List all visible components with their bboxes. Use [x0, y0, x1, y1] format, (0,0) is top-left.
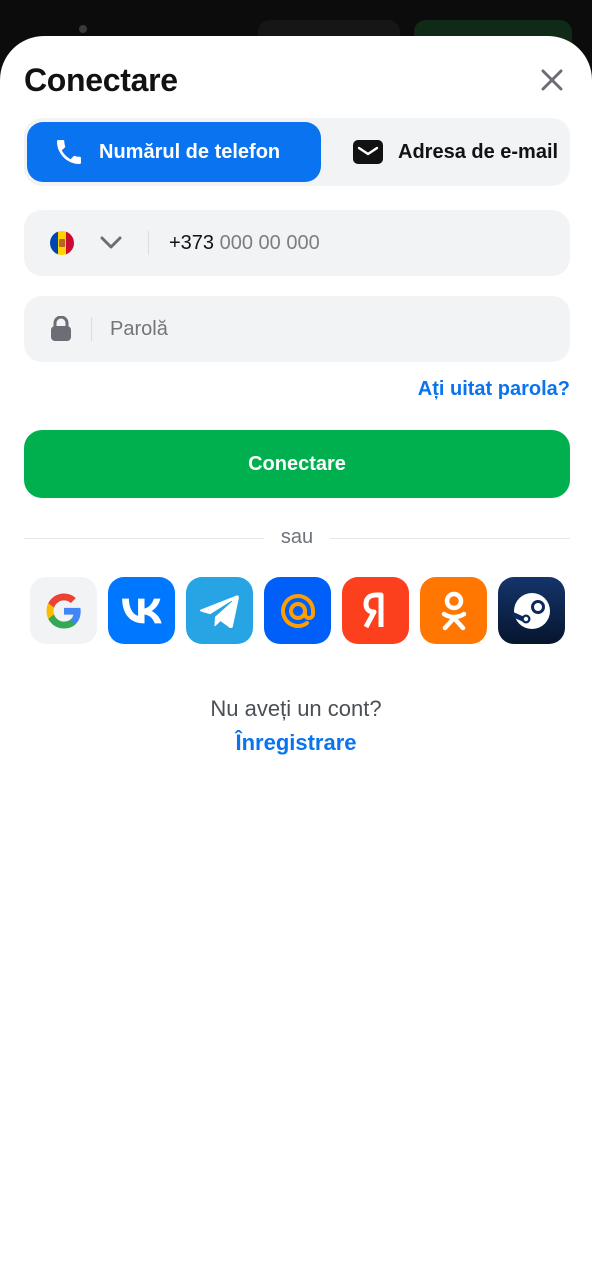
- lock-icon-wrap: [50, 316, 72, 342]
- moldova-flag-icon[interactable]: [50, 231, 74, 255]
- phone-placeholder: 000 00 000: [219, 231, 320, 254]
- phone-input[interactable]: +373 000 00 000: [169, 232, 499, 255]
- mail-icon: [353, 140, 383, 164]
- lock-icon: [51, 316, 71, 341]
- tab-phone[interactable]: Numărul de telefon: [27, 122, 321, 182]
- phone-icon: [57, 140, 81, 164]
- telegram-icon: [199, 594, 239, 628]
- field-divider: [91, 317, 92, 341]
- tab-email[interactable]: Adresa de e-mail: [328, 122, 570, 182]
- phone-country-code: +373: [169, 231, 215, 254]
- yandex-login-button[interactable]: [342, 577, 409, 644]
- steam-icon: [511, 592, 550, 629]
- divider-line: [330, 538, 570, 539]
- login-method-tabs: Numărul de telefon Adresa de e-mail: [24, 118, 570, 186]
- mailru-login-button[interactable]: [264, 577, 331, 644]
- chevron-down-icon: [100, 236, 122, 249]
- or-divider: sau: [24, 526, 570, 550]
- country-select-button[interactable]: [100, 236, 122, 250]
- ok-login-button[interactable]: [420, 577, 487, 644]
- forgot-password-link[interactable]: Ați uitat parola?: [418, 378, 570, 401]
- background-dot: [79, 25, 87, 33]
- login-button[interactable]: Conectare: [24, 430, 570, 498]
- password-input[interactable]: [110, 317, 510, 341]
- no-account-text: Nu aveți un cont?: [210, 696, 382, 721]
- sheet-title: Conectare: [24, 62, 178, 98]
- vk-icon: [121, 598, 162, 623]
- field-divider: [148, 231, 149, 255]
- tab-email-label: Adresa de e-mail: [398, 140, 559, 163]
- mailru-icon: [280, 593, 315, 628]
- google-icon: [46, 593, 81, 628]
- steam-login-button[interactable]: [498, 577, 565, 644]
- ok-icon: [441, 591, 466, 630]
- vk-login-button[interactable]: [108, 577, 175, 644]
- tab-phone-label: Numărul de telefon: [99, 140, 281, 163]
- social-login-row: [30, 577, 566, 645]
- yandex-icon: [363, 592, 383, 628]
- close-icon: [541, 69, 563, 91]
- close-button[interactable]: [536, 64, 568, 96]
- login-sheet: Conectare Numărul de telefon Adresa de e…: [0, 36, 592, 1280]
- telegram-login-button[interactable]: [186, 577, 253, 644]
- register-link[interactable]: Înregistrare: [0, 730, 592, 756]
- phone-field: +373 000 00 000: [24, 210, 570, 276]
- google-login-button[interactable]: [30, 577, 97, 644]
- password-field: [24, 296, 570, 362]
